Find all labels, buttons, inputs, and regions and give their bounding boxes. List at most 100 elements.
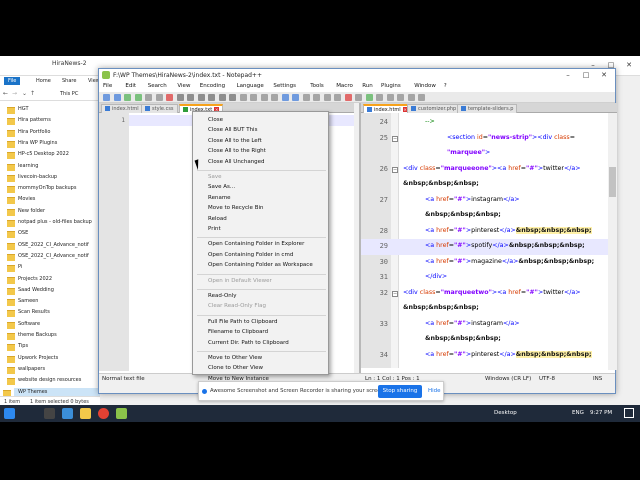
code-line[interactable]: "marquee">: [361, 146, 609, 162]
toolbar-button-icon[interactable]: [386, 94, 394, 101]
code-line[interactable]: &nbsp;&nbsp;&nbsp;: [361, 332, 609, 348]
toolbar-button-icon[interactable]: [355, 94, 362, 101]
menu-plugins[interactable]: Plugins: [381, 83, 401, 89]
back-arrow-icon[interactable]: ←: [3, 90, 8, 97]
toolbar-button-icon[interactable]: [155, 94, 163, 101]
nav-folder-item[interactable]: Sameen: [6, 297, 38, 307]
code-area[interactable]: 24 --> 25− <section id="news-strip"><div cl…: [361, 115, 609, 370]
toolbar-button-icon[interactable]: [365, 94, 373, 101]
code-line[interactable]: 31 </div>: [361, 270, 609, 286]
explorer-close-icon[interactable]: ✕: [620, 60, 638, 71]
code-line[interactable]: 26− <div class="marqueeone"><a href="#">t…: [361, 162, 609, 178]
context-menu-item-clone-to-other-view[interactable]: Clone to Other View: [208, 364, 263, 373]
search-icon[interactable]: [44, 408, 55, 419]
nav-folder-item[interactable]: livecoin-backup: [6, 173, 57, 182]
toolbar-button-icon[interactable]: [124, 94, 131, 101]
nav-folder-item[interactable]: Hira Portfolio: [6, 128, 50, 137]
menu-macro[interactable]: Macro: [336, 83, 353, 89]
context-menu-item-current-dir-path-to-clipboard[interactable]: Current Dir. Path to Clipboard: [208, 339, 289, 348]
fold-toggle-icon[interactable]: −: [392, 166, 398, 173]
ribbon-tab-home[interactable]: Home: [32, 77, 55, 85]
code-line[interactable]: &nbsp;&nbsp;&nbsp;: [361, 301, 609, 317]
nav-folder-item[interactable]: Movies: [6, 195, 35, 205]
code-line[interactable]: 28 <a href="#">pinterest</a>&nbsp;&nbsp;&…: [361, 224, 609, 240]
context-menu-item-close-all-but-this[interactable]: Close All BUT This: [208, 126, 257, 135]
edge-icon[interactable]: [62, 408, 73, 419]
context-menu-item-open-containing-folder-in-explorer[interactable]: Open Containing Folder in Explorer: [208, 240, 304, 249]
context-menu-item-rename[interactable]: Rename: [208, 194, 231, 203]
chevron-down-icon[interactable]: ⌄: [22, 90, 27, 97]
context-menu-item-open-containing-folder-in-cmd[interactable]: Open Containing Folder in cmd: [208, 251, 293, 260]
start-icon[interactable]: [4, 408, 15, 419]
menu-language[interactable]: Language: [237, 83, 264, 89]
context-menu-item-close-all-to-the-right[interactable]: Close All to the Right: [208, 147, 266, 156]
toolbar-button-icon[interactable]: [407, 94, 415, 101]
maximize-icon[interactable]: □: [577, 70, 595, 81]
nav-folder-item[interactable]: theme Backups: [7, 331, 57, 340]
menu-run[interactable]: Run: [362, 83, 373, 89]
code-line[interactable]: 32− <div class="marqueetwo"><a href="#">t…: [361, 286, 609, 302]
code-line[interactable]: 27 <a href="#">instagram</a>: [361, 193, 609, 209]
menu-edit[interactable]: Edit: [125, 83, 136, 89]
code-line[interactable]: 33 <a href="#">instagram</a>: [361, 317, 609, 333]
nav-folder-item[interactable]: Software: [6, 320, 40, 329]
tab-style-css[interactable]: style.css: [141, 104, 178, 113]
toolbar-button-icon[interactable]: [418, 94, 425, 101]
nav-folder-item[interactable]: learning: [6, 162, 38, 171]
context-menu-item-read-only[interactable]: Read-Only: [208, 292, 237, 301]
notification-icon[interactable]: [624, 408, 634, 418]
fold-toggle-icon[interactable]: −: [392, 290, 398, 297]
nav-folder-item[interactable]: OSE: [6, 229, 28, 239]
code-line[interactable]: 24 -->: [361, 115, 609, 131]
stop-sharing-button[interactable]: Stop sharing: [378, 385, 422, 398]
toolbar-button-icon[interactable]: [334, 94, 341, 101]
code-line[interactable]: 25− <section id="news-strip"><div class=: [361, 131, 609, 147]
tab-index-html-right[interactable]: index.html ×: [363, 104, 412, 113]
language-indicator[interactable]: ENG: [572, 410, 584, 416]
menu-tools[interactable]: Tools: [310, 83, 324, 89]
nav-folder-item[interactable]: New folder: [6, 207, 45, 216]
close-icon[interactable]: ✕: [595, 70, 613, 81]
tab-customizer-php[interactable]: customizer.php: [407, 104, 461, 113]
context-menu-item-close-all-unchanged[interactable]: Close All Unchanged: [208, 158, 265, 167]
toolbar-button-icon[interactable]: [208, 94, 215, 101]
toolbar-button-icon[interactable]: [218, 94, 226, 101]
nav-folder-item[interactable]: HP-c5 Desktop 2022: [7, 150, 69, 160]
nav-folder-item[interactable]: HGT: [7, 105, 29, 114]
toolbar-button-icon[interactable]: [397, 94, 404, 101]
toolbar-button-icon[interactable]: [281, 94, 289, 101]
menu-help[interactable]: ?: [444, 83, 447, 89]
toolbar-button-icon[interactable]: [197, 94, 205, 101]
toolbar-button-icon[interactable]: [313, 94, 320, 101]
toolbar-button-icon[interactable]: [239, 94, 247, 101]
context-menu-item-reload[interactable]: Reload: [208, 215, 227, 224]
nav-folder-item[interactable]: Hira WP Plugins: [6, 139, 57, 148]
menu-encoding[interactable]: Encoding: [200, 83, 225, 89]
chrome-icon[interactable]: [98, 408, 109, 419]
hide-button[interactable]: Hide: [428, 388, 441, 394]
toolbar-button-icon[interactable]: [376, 94, 383, 101]
toolbar-button-icon[interactable]: [113, 94, 121, 101]
nav-folder-item[interactable]: Pi: [6, 263, 22, 273]
fold-toggle-icon[interactable]: −: [392, 135, 398, 142]
scrollbar-thumb[interactable]: [609, 167, 616, 197]
toolbar-button-icon[interactable]: [323, 94, 331, 101]
context-menu-item-move-to-recycle-bin[interactable]: Move to Recycle Bin: [208, 204, 263, 213]
toolbar-button-icon[interactable]: [176, 94, 184, 101]
toolbar-button-icon[interactable]: [302, 94, 310, 101]
toolbar-button-icon[interactable]: [187, 94, 194, 101]
toolbar-button-icon[interactable]: [166, 94, 173, 101]
code-line[interactable]: 30 <a href="#">magazine</a>&nbsp;&nbsp;&n…: [361, 255, 609, 271]
vertical-scrollbar[interactable]: [608, 113, 617, 370]
ribbon-tab-share[interactable]: Share: [58, 77, 80, 85]
ribbon-tab-file[interactable]: File: [4, 77, 21, 85]
nav-folder-item[interactable]: wallpapers: [6, 365, 45, 374]
menu-search[interactable]: Search: [148, 83, 167, 89]
toolbar-button-icon[interactable]: [260, 94, 268, 101]
toolbar-button-icon[interactable]: [271, 94, 278, 101]
toolbar-button-icon[interactable]: [103, 94, 110, 101]
context-menu-item-close[interactable]: Close: [208, 116, 223, 125]
code-line[interactable]: &nbsp;&nbsp;&nbsp;: [361, 177, 609, 193]
toolbar-button-icon[interactable]: [229, 94, 236, 101]
menu-settings[interactable]: Settings: [273, 83, 296, 89]
